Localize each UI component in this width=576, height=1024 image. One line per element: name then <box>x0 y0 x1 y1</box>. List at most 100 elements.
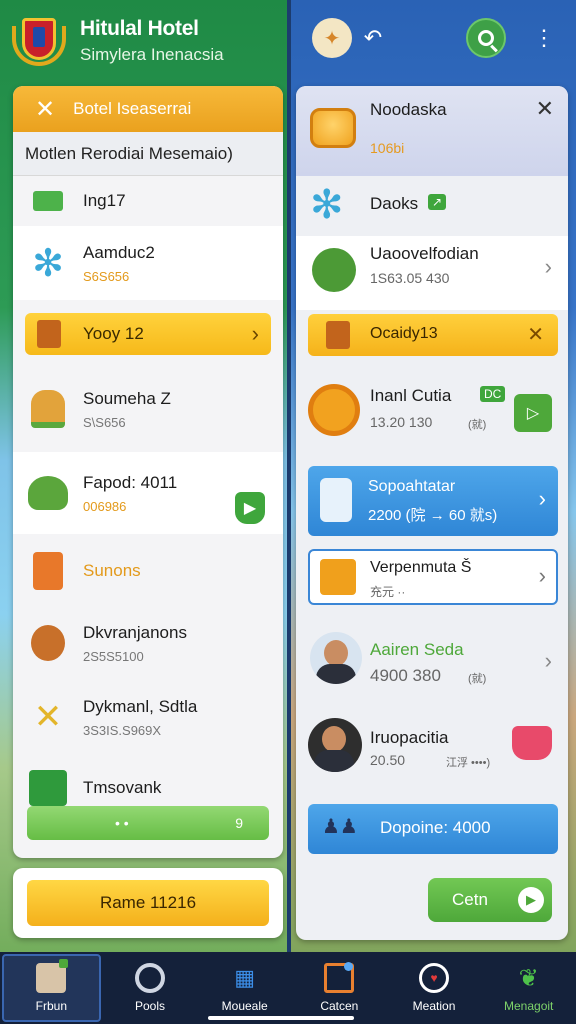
play-icon: ▶ <box>518 887 544 913</box>
list-item[interactable]: Inanl Cutia 13.20 130 (就) DC ▷ <box>296 372 568 450</box>
list-item-value: 充元 ·· <box>370 585 406 599</box>
list-item[interactable]: Dkvranjanons 2S5S5100 <box>13 606 283 680</box>
right-panel: Noodaska 106bi ✕ ✻ Daoks ↗ Uaoovelfodian… <box>296 86 568 940</box>
home-indicator <box>208 1016 354 1020</box>
nav-item-meation[interactable]: ♥ Meation <box>387 952 482 1024</box>
list-item-label: Aamduc2 <box>83 242 155 262</box>
list-item-value: 4900 380 <box>370 666 441 685</box>
list-item[interactable]: Iruopacitia 20.50 江浮 ••••) <box>296 706 568 788</box>
tree-icon <box>312 248 356 292</box>
list-item[interactable]: Uaoovelfodian 1S63.05 430 › <box>296 236 568 310</box>
left-panel-subtitle: Motlen Rerodiai Mesemaio) <box>13 132 283 176</box>
progress-left-label: • • <box>115 815 129 831</box>
close-icon[interactable]: ✕ <box>536 96 554 122</box>
primary-button[interactable]: Rame 11216 <box>27 880 269 926</box>
list-item-unit: (就) <box>468 419 487 431</box>
list-item[interactable]: Sunons <box>13 536 283 606</box>
chevron-right-icon: › <box>251 321 259 346</box>
list-item-label: Uaoovelfodian <box>370 244 479 263</box>
avatar <box>308 718 362 772</box>
outlined-item[interactable]: Verpenmuta Š 充元 ·· › <box>308 549 558 605</box>
status-badge: DC <box>480 386 506 402</box>
close-icon[interactable]: ✕ <box>527 322 544 347</box>
undo-icon[interactable]: ↶ <box>358 18 388 58</box>
frame-icon <box>308 384 360 436</box>
nav-item-catcen[interactable]: Catcen <box>292 952 387 1024</box>
nav-label: Frbun <box>35 999 68 1013</box>
list-item-value: S\S656 <box>83 414 126 430</box>
right-panel-header: Noodaska 106bi ✕ <box>296 86 568 176</box>
list-item[interactable]: Aairen Seda 4900 380 (就) › <box>296 616 568 702</box>
bag-icon <box>29 770 67 806</box>
list-item[interactable]: ✕ Dykmanl, Sdtla 3S3IS.S969X <box>13 680 283 754</box>
list-item-value: 006986 <box>83 498 127 514</box>
hotel-subtitle: Simylera Inenacsia <box>80 45 224 64</box>
list-item[interactable]: ✻ Aamduc2 S6S656 <box>13 226 283 300</box>
list-item-label: Dkvranjanons <box>83 622 187 642</box>
list-item[interactable]: Tmsovank <box>13 766 283 810</box>
play-button[interactable]: ▷ <box>514 394 552 432</box>
offer-value: 2200 (院 → 60 就s) <box>368 507 498 524</box>
nav-item-modules[interactable]: ▦ Moueale <box>197 952 292 1024</box>
list-item-value: 13.20 130 <box>370 414 433 430</box>
yellow-action-button[interactable]: Yooy 12 › <box>25 313 271 355</box>
chevron-right-icon: › <box>544 254 552 279</box>
nav-item-profile[interactable]: Frbun <box>2 954 101 1022</box>
hotel-title: Hitulal Hotel <box>80 17 199 40</box>
list-item[interactable]: Ing17 <box>13 178 283 224</box>
hotel-crest-icon <box>8 10 70 72</box>
list-item-unit: (就) <box>468 673 487 685</box>
nav-item-menagoit[interactable]: ❦ Menagoit <box>481 952 576 1024</box>
progress-right-label: 9 <box>235 815 243 831</box>
arrow-badge-icon: ↗ <box>428 194 447 210</box>
list-item[interactable]: ✻ Daoks ↗ <box>296 178 568 238</box>
list-item-value: S6S656 <box>83 268 130 284</box>
luggage-icon <box>33 552 63 590</box>
split-divider <box>287 0 291 1024</box>
ring-icon <box>135 963 165 993</box>
list-item-label: Verpenmuta Š <box>370 559 472 576</box>
nav-item-pools[interactable]: Pools <box>103 952 198 1024</box>
avatar-icon <box>36 959 69 993</box>
people-icon: ♟♟ <box>322 816 358 838</box>
left-panel-header: ✕ Botel Iseaserrai <box>13 86 283 132</box>
left-panel-title: Botel Iseaserrai <box>73 99 192 118</box>
chevron-right-icon: › <box>538 486 546 511</box>
list-item-label: Iruopacitia <box>370 728 449 747</box>
crate-icon <box>320 559 356 595</box>
hotel-header: Hitulal Hotel Simylera Inenacsia <box>8 8 284 74</box>
chat-icon: ♥ <box>419 963 450 993</box>
list-item-unit: 江浮 ••••) <box>446 757 491 769</box>
bird-icon[interactable]: ✦ <box>312 18 352 58</box>
cta-label: Cetn <box>452 890 488 909</box>
list-item-label: Ing17 <box>83 191 126 210</box>
tools-icon: ✕ <box>33 698 63 736</box>
blue-bonus-bar[interactable]: ♟♟ Dopoine: 4000 <box>308 804 558 854</box>
nav-label: Menagoit <box>504 999 554 1013</box>
flower-icon: ✻ <box>310 183 344 227</box>
cta-button[interactable]: Cetn ▶ <box>428 878 552 922</box>
list-item[interactable]: Soumeha Z S\S656 <box>13 368 283 450</box>
list-item-value: 2S5S5100 <box>83 648 144 664</box>
orange-action-button[interactable]: Ocaidy13 ✕ <box>308 314 558 356</box>
list-item[interactable]: Fapod: 4011 006986 ▶ <box>13 452 283 534</box>
play-badge-icon[interactable]: ▶ <box>235 492 265 524</box>
monkey-icon <box>31 625 65 661</box>
more-menu-icon[interactable]: ⋮ <box>532 18 556 58</box>
close-icon[interactable]: ✕ <box>35 95 55 124</box>
nav-label: Catcen <box>320 999 359 1013</box>
progress-bar[interactable]: • • 9 <box>27 806 269 840</box>
list-item-label: Fapod: 4011 <box>83 472 178 492</box>
search-button[interactable] <box>466 18 506 58</box>
list-item-value: 20.50 <box>370 752 406 768</box>
chevron-right-icon: › <box>538 563 546 588</box>
bookmark-icon <box>324 962 355 993</box>
briefcase-icon <box>37 320 61 348</box>
briefcase-icon <box>326 321 350 349</box>
chevron-right-icon: › <box>544 648 552 673</box>
blue-offer-card[interactable]: Sopoahtatar 2200 (院 → 60 就s) › <box>308 466 558 536</box>
right-panel-title: Noodaska <box>370 100 447 119</box>
nav-label: Meation <box>412 999 456 1013</box>
flower-icon: ✻ <box>32 242 64 285</box>
bonus-label: Dopoine: 4000 <box>380 818 491 837</box>
